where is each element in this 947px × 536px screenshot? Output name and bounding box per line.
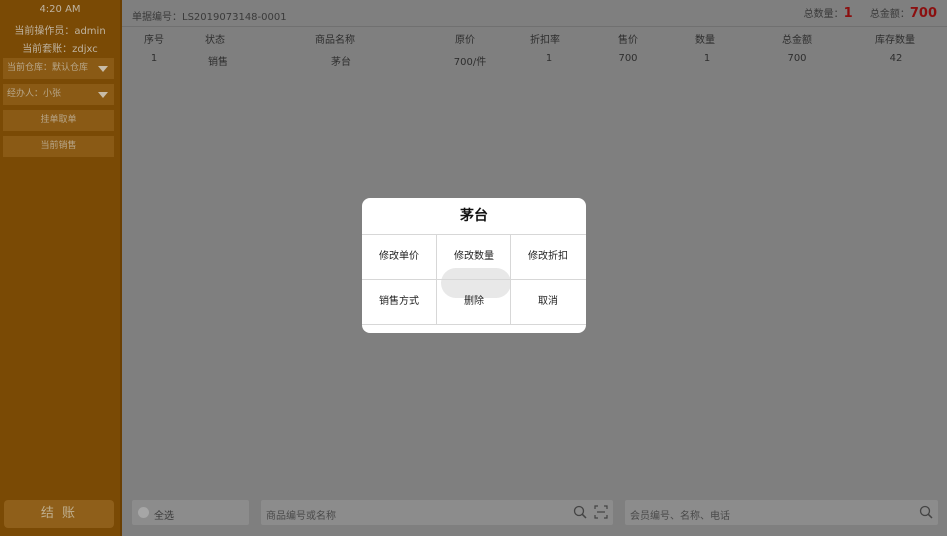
current-sales-button[interactable]: 当前销售	[3, 136, 114, 157]
total-amount-value: 700	[909, 6, 937, 21]
bill-number: 单据编号：LS2019073148-0001	[132, 12, 287, 23]
header-bar: 单据编号：LS2019073148-0001 总数量：1 总金额：700	[122, 0, 947, 26]
product-search-placeholder: 商品编号或名称	[266, 511, 336, 522]
column-header: 原价	[455, 35, 475, 46]
edit-discount-button[interactable]: 修改折扣	[511, 234, 585, 279]
edit-price-button[interactable]: 修改单价	[362, 234, 436, 279]
row-quantity: 1	[703, 53, 711, 64]
select-all-label: 全选	[154, 511, 174, 522]
table-header: 序号 状态 商品名称 原价 折扣率 售价 数量 总金额 库存数量	[122, 28, 947, 48]
dialog-title: 茅台	[362, 198, 586, 235]
radio-circle-icon	[138, 507, 149, 518]
search-icon[interactable]	[573, 505, 587, 519]
delete-button[interactable]: 删除	[437, 279, 511, 324]
scan-icon[interactable]	[594, 505, 608, 519]
total-amount-label: 总金额：	[869, 9, 910, 20]
handler-select[interactable]: 经办人：小张	[3, 84, 114, 105]
row-discount: 1	[545, 53, 553, 64]
product-search-input[interactable]: 商品编号或名称	[261, 500, 613, 525]
sidebar: 4:20 AM 当前操作员：admin 当前套账：zdjxc 当前仓库：默认仓库…	[0, 0, 122, 536]
row-original-price: 700/件	[453, 57, 487, 68]
hang-order-button[interactable]: 挂单取单	[3, 110, 114, 131]
column-header: 状态	[205, 35, 225, 46]
checkout-button[interactable]: 结 账	[4, 500, 114, 528]
totals: 总数量：1 总金额：700	[804, 5, 937, 21]
clock: 4:20 AM	[39, 4, 81, 15]
column-header: 库存数量	[875, 35, 915, 46]
column-header: 数量	[695, 35, 715, 46]
total-qty-label: 总数量：	[803, 9, 844, 20]
search-icon[interactable]	[919, 505, 933, 519]
column-header: 售价	[618, 35, 638, 46]
row-product-name: 茅台	[331, 57, 351, 68]
dropdown-caret-icon	[98, 92, 108, 98]
member-search-input[interactable]: 会员编号、名称、电话	[625, 500, 938, 525]
edit-quantity-button[interactable]: 修改数量	[437, 234, 511, 279]
header-divider	[122, 26, 947, 27]
current-account: 当前套账：zdjxc	[22, 44, 98, 55]
warehouse-select[interactable]: 当前仓库：默认仓库	[3, 58, 114, 79]
current-operator: 当前操作员：admin	[14, 26, 106, 37]
dropdown-caret-icon	[98, 66, 108, 72]
item-action-dialog: 茅台 修改单价 修改数量 修改折扣 销售方式 删除 取消	[362, 198, 586, 333]
row-stock: 42	[889, 53, 903, 64]
column-header: 商品名称	[315, 35, 355, 46]
column-header: 序号	[144, 35, 164, 46]
member-search-placeholder: 会员编号、名称、电话	[630, 511, 730, 522]
handler-select-label: 经办人：小张	[7, 89, 62, 99]
row-sale-price: 700	[618, 53, 638, 64]
row-status: 销售	[208, 57, 228, 68]
row-total: 700	[787, 53, 807, 64]
sale-mode-button[interactable]: 销售方式	[362, 279, 436, 324]
column-header: 折扣率	[530, 35, 560, 46]
cancel-button[interactable]: 取消	[511, 279, 585, 324]
divider	[362, 324, 586, 325]
select-all-checkbox[interactable]: 全选	[132, 500, 249, 525]
table-row[interactable]: 1 销售 茅台 700/件 1 700 1 700 42	[122, 50, 947, 70]
total-qty-value: 1	[843, 6, 853, 21]
column-header: 总金额	[782, 35, 812, 46]
warehouse-select-label: 当前仓库：默认仓库	[7, 63, 89, 73]
row-index: 1	[150, 53, 158, 64]
